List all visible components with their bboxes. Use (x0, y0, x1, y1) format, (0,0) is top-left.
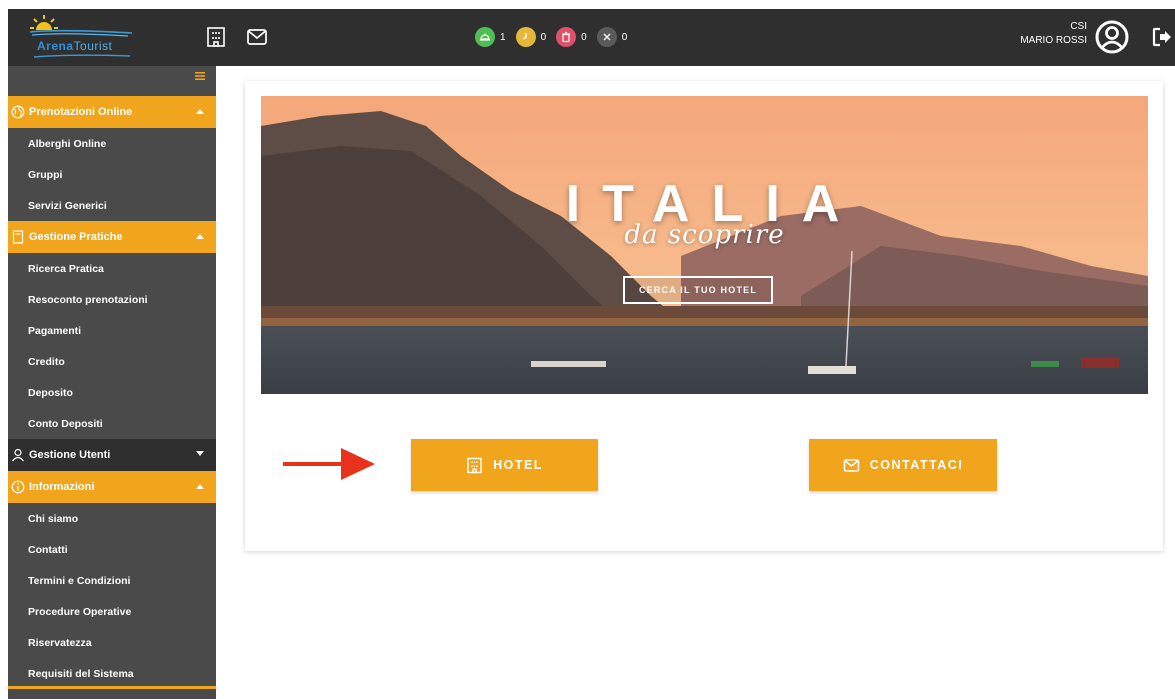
x-icon (596, 27, 617, 47)
sidebar-section-label: Gestione Pratiche (29, 231, 123, 243)
top-strip (0, 0, 1175, 9)
logo-text-bold: Arena (37, 39, 74, 53)
hotel-building-icon[interactable] (205, 26, 227, 48)
sidebar-section-prenotazioni-online[interactable]: Prenotazioni Online (8, 96, 216, 128)
caret-up-icon (196, 109, 204, 114)
find-hotel-button[interactable]: CERCA IL TUO HOTEL (623, 276, 773, 304)
globe-icon (11, 105, 25, 119)
status-pending[interactable]: 0 (515, 27, 547, 47)
status-cancelled[interactable]: 0 (596, 27, 628, 47)
info-icon (11, 480, 25, 494)
sidebar-section-label: Prenotazioni Online (29, 106, 133, 118)
sidebar-menu: Prenotazioni Online Alberghi Online Grup… (8, 96, 216, 689)
sidebar-item-conto-depositi[interactable]: Conto Depositi (8, 408, 216, 439)
annotation-arrow-icon (283, 448, 375, 480)
sidebar-item-ricerca-pratica[interactable]: Ricerca Pratica (8, 253, 216, 284)
contact-button[interactable]: CONTATTACI (809, 439, 997, 491)
home-card: ITALIA da scoprire CERCA IL TUO HOTEL HO… (245, 81, 1163, 551)
top-header: ArenaTourist 1 0 0 0 CSI MARIO ROSSI (8, 9, 1175, 66)
sidebar-item-requisiti-del-sistema[interactable]: Requisiti del Sistema (8, 658, 216, 689)
status-confirmed[interactable]: 1 (475, 27, 506, 47)
user-info: CSI MARIO ROSSI (1020, 20, 1087, 48)
user-name: MARIO ROSSI (1020, 35, 1087, 46)
status-cancelled-count: 0 (621, 31, 628, 43)
hotel-building-icon (467, 457, 482, 473)
hotel-button-label: HOTEL (493, 458, 543, 472)
sidebar-item-termini-e-condizioni[interactable]: Termini e Condizioni (8, 565, 216, 596)
sidebar-item-procedure-operative[interactable]: Procedure Operative (8, 596, 216, 627)
envelope-icon[interactable] (246, 26, 268, 48)
sidebar-item-deposito[interactable]: Deposito (8, 377, 216, 408)
caret-down-icon (196, 451, 204, 456)
logo-text-light: Tourist (73, 39, 113, 53)
sidebar-item-pagamenti[interactable]: Pagamenti (8, 315, 216, 346)
user-org: CSI (1070, 21, 1087, 32)
clock-icon (515, 27, 536, 47)
sidebar-section-informazioni[interactable]: Informazioni (8, 471, 216, 503)
arena-tourist-logo[interactable]: ArenaTourist (28, 13, 138, 63)
sun-waves-logo-icon (29, 15, 133, 58)
sidebar-section-label: Gestione Utenti (29, 449, 111, 461)
sidebar-section-gestione-pratiche[interactable]: Gestione Pratiche (8, 221, 216, 253)
booking-status-counters: 1 0 0 0 (475, 25, 637, 49)
sidebar-bottom-accent (8, 686, 216, 689)
status-deleted[interactable]: 0 (556, 27, 587, 47)
sidebar-section-gestione-utenti[interactable]: Gestione Utenti (8, 439, 216, 471)
caret-up-icon (196, 484, 204, 489)
contact-button-label: CONTATTACI (869, 458, 964, 472)
sidebar-item-alberghi-online[interactable]: Alberghi Online (8, 128, 216, 159)
trash-icon (556, 27, 577, 47)
sidebar: Prenotazioni Online Alberghi Online Grup… (8, 66, 216, 699)
sidebar-item-credito[interactable]: Credito (8, 346, 216, 377)
sidebar-item-contatti[interactable]: Contatti (8, 534, 216, 565)
status-pending-count: 0 (540, 31, 547, 43)
user-avatar-icon[interactable] (1095, 20, 1129, 54)
hotel-button[interactable]: HOTEL (411, 439, 598, 491)
cloche-icon (475, 27, 495, 47)
status-confirmed-count: 1 (500, 31, 506, 43)
hamburger-menu-icon[interactable] (194, 69, 208, 83)
user-icon (12, 448, 24, 462)
sidebar-section-label: Informazioni (29, 481, 95, 493)
document-icon (12, 230, 24, 244)
sidebar-item-gruppi[interactable]: Gruppi (8, 159, 216, 190)
hero-banner: ITALIA da scoprire CERCA IL TUO HOTEL (261, 96, 1148, 394)
sidebar-item-resoconto-prenotazioni[interactable]: Resoconto prenotazioni (8, 284, 216, 315)
logout-icon[interactable] (1151, 26, 1173, 48)
status-deleted-count: 0 (581, 31, 587, 43)
banner-subtitle: da scoprire (624, 220, 785, 250)
caret-up-icon (196, 234, 204, 239)
sidebar-item-chi-siamo[interactable]: Chi siamo (8, 503, 216, 534)
sidebar-item-servizi-generici[interactable]: Servizi Generici (8, 190, 216, 221)
sidebar-item-riservatezza[interactable]: Riservatezza (8, 627, 216, 658)
envelope-icon (843, 458, 860, 472)
